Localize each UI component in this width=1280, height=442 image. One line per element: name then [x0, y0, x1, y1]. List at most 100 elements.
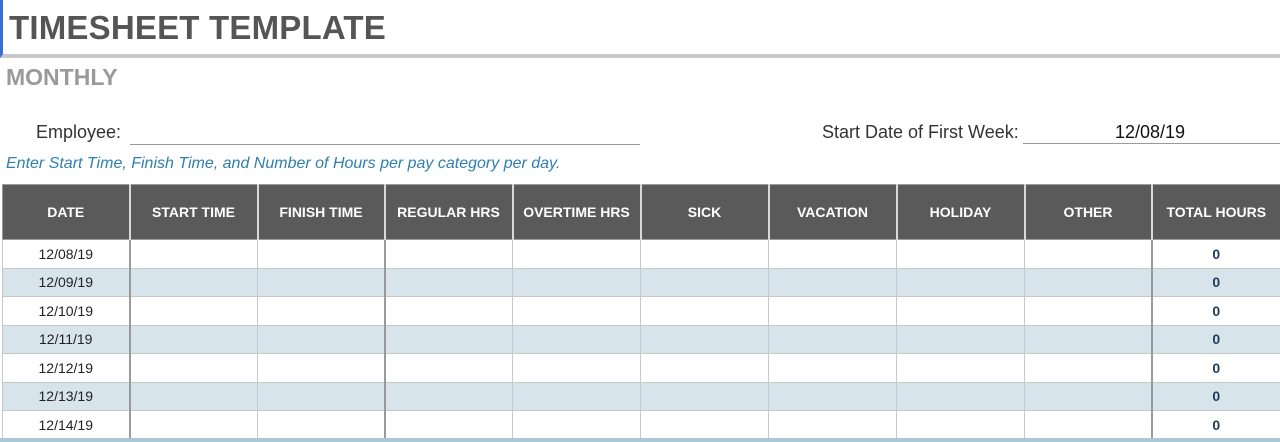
table-row: 12/14/19 0 [2, 410, 1280, 440]
employee-label: Employee: [36, 122, 122, 142]
start-time-cell[interactable] [129, 381, 258, 411]
bottom-rule [0, 438, 1280, 442]
other-cell[interactable] [1024, 267, 1152, 297]
regular-hrs-cell[interactable] [384, 296, 513, 326]
header-total-hours: TOTAL HOURS [1150, 184, 1280, 240]
header-finish-time: FINISH TIME [256, 184, 385, 240]
finish-time-cell[interactable] [257, 353, 386, 383]
sick-cell[interactable] [640, 239, 769, 269]
header-holiday: HOLIDAY [895, 184, 1025, 240]
vacation-cell[interactable] [768, 353, 897, 383]
header-overtime-hrs: OVERTIME HRS [511, 184, 641, 240]
start-time-cell[interactable] [129, 324, 258, 354]
total-hours-cell: 0 [1150, 353, 1280, 383]
vacation-cell[interactable] [768, 381, 897, 411]
header-vacation: VACATION [767, 184, 897, 240]
overtime-hrs-cell[interactable] [512, 239, 641, 269]
total-hours-cell: 0 [1150, 239, 1280, 269]
table-row: 12/12/19 0 [2, 353, 1280, 383]
regular-hrs-cell[interactable] [384, 381, 513, 411]
header-start-time: START TIME [128, 184, 258, 240]
sick-cell[interactable] [640, 410, 769, 440]
table-row: 12/09/19 0 [2, 267, 1280, 297]
header-date: DATE [2, 184, 130, 240]
start-time-cell[interactable] [129, 296, 258, 326]
date-cell: 12/09/19 [2, 267, 131, 297]
table-row: 12/13/19 0 [2, 381, 1280, 411]
finish-time-cell[interactable] [257, 267, 386, 297]
holiday-cell[interactable] [896, 381, 1025, 411]
total-hours-cell: 0 [1150, 267, 1280, 297]
regular-hrs-cell[interactable] [384, 410, 513, 440]
regular-hrs-cell[interactable] [384, 239, 513, 269]
holiday-cell[interactable] [896, 239, 1025, 269]
sick-cell[interactable] [640, 296, 769, 326]
start-time-cell[interactable] [129, 267, 258, 297]
instruction-text: Enter Start Time, Finish Time, and Numbe… [6, 155, 561, 172]
start-time-cell[interactable] [129, 410, 258, 440]
table-row: 12/10/19 0 [2, 296, 1280, 326]
start-time-cell[interactable] [129, 239, 258, 269]
table-header-row: DATE START TIME FINISH TIME REGULAR HRS … [2, 184, 1280, 240]
timesheet-table: DATE START TIME FINISH TIME REGULAR HRS … [2, 184, 1280, 440]
overtime-hrs-cell[interactable] [512, 324, 641, 354]
total-hours-cell: 0 [1150, 296, 1280, 326]
vacation-cell[interactable] [768, 267, 897, 297]
start-date-field[interactable]: 12/08/19 [1023, 122, 1280, 144]
date-cell: 12/13/19 [2, 381, 131, 411]
title-bar: TIMESHEET TEMPLATE [0, 0, 1280, 58]
overtime-hrs-cell[interactable] [512, 267, 641, 297]
total-hours-cell: 0 [1150, 324, 1280, 354]
other-cell[interactable] [1024, 296, 1152, 326]
header-other: OTHER [1023, 184, 1152, 240]
page-subtitle: MONTHLY [6, 64, 118, 90]
header-regular-hrs: REGULAR HRS [383, 184, 513, 240]
regular-hrs-cell[interactable] [384, 353, 513, 383]
other-cell[interactable] [1024, 410, 1152, 440]
total-hours-cell: 0 [1150, 410, 1280, 440]
start-time-cell[interactable] [129, 353, 258, 383]
sick-cell[interactable] [640, 353, 769, 383]
date-cell: 12/11/19 [2, 324, 131, 354]
page-title: TIMESHEET TEMPLATE [9, 9, 386, 46]
other-cell[interactable] [1024, 353, 1152, 383]
overtime-hrs-cell[interactable] [512, 353, 641, 383]
table-row: 12/11/19 0 [2, 324, 1280, 354]
other-cell[interactable] [1024, 324, 1152, 354]
employee-field[interactable] [130, 122, 640, 145]
finish-time-cell[interactable] [257, 239, 386, 269]
vacation-cell[interactable] [768, 410, 897, 440]
holiday-cell[interactable] [896, 267, 1025, 297]
date-cell: 12/12/19 [2, 353, 131, 383]
holiday-cell[interactable] [896, 296, 1025, 326]
timesheet-page: TIMESHEET TEMPLATE MONTHLY Employee: Sta… [0, 0, 1280, 442]
total-hours-cell: 0 [1150, 381, 1280, 411]
table-row: 12/08/19 0 [2, 239, 1280, 269]
holiday-cell[interactable] [896, 324, 1025, 354]
overtime-hrs-cell[interactable] [512, 381, 641, 411]
regular-hrs-cell[interactable] [384, 267, 513, 297]
other-cell[interactable] [1024, 381, 1152, 411]
overtime-hrs-cell[interactable] [512, 296, 641, 326]
regular-hrs-cell[interactable] [384, 324, 513, 354]
date-cell: 12/08/19 [2, 239, 131, 269]
other-cell[interactable] [1024, 239, 1152, 269]
header-sick: SICK [639, 184, 769, 240]
finish-time-cell[interactable] [257, 324, 386, 354]
finish-time-cell[interactable] [257, 296, 386, 326]
overtime-hrs-cell[interactable] [512, 410, 641, 440]
date-cell: 12/14/19 [2, 410, 131, 440]
sick-cell[interactable] [640, 381, 769, 411]
sick-cell[interactable] [640, 324, 769, 354]
vacation-cell[interactable] [768, 239, 897, 269]
timesheet-body: 12/08/19 0 12/09/19 0 12/10/19 0 12/11/19 0 12/1… [2, 239, 1280, 440]
sick-cell[interactable] [640, 267, 769, 297]
date-cell: 12/10/19 [2, 296, 131, 326]
finish-time-cell[interactable] [257, 381, 386, 411]
vacation-cell[interactable] [768, 324, 897, 354]
holiday-cell[interactable] [896, 353, 1025, 383]
holiday-cell[interactable] [896, 410, 1025, 440]
finish-time-cell[interactable] [257, 410, 386, 440]
vacation-cell[interactable] [768, 296, 897, 326]
start-date-label: Start Date of First Week: [822, 122, 1019, 142]
